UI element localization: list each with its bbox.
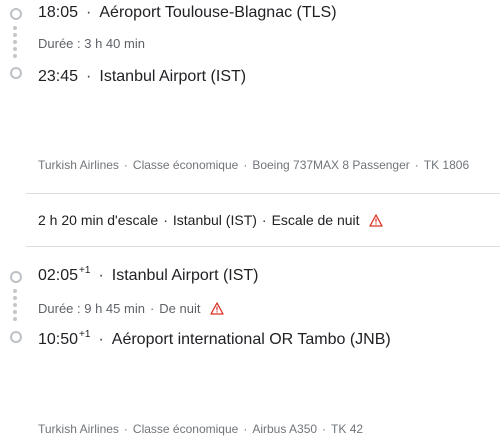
layover-note: Escale de nuit: [271, 212, 360, 228]
arrival-airport: Aéroport international OR Tambo (JNB): [111, 331, 391, 348]
separator-dot: ·: [98, 267, 104, 284]
flight-details: Turkish Airlines · Classe économique · Boein…: [38, 158, 470, 172]
airline-name: Turkish Airlines: [38, 158, 119, 172]
timeline-dot: [13, 33, 17, 37]
arrival-airport: Istanbul Airport (IST): [99, 68, 247, 85]
timeline-dot: [13, 26, 17, 30]
departure-stop: 18:05 · Aéroport Toulouse-Blagnac (TLS): [38, 3, 337, 23]
duration-text: Durée : 9 h 45 min: [38, 301, 145, 316]
separator-dot: ·: [86, 68, 92, 85]
timeline-dot: [13, 47, 17, 51]
cabin-class: Classe économique: [132, 422, 239, 436]
duration-text: Durée : 3 h 40 min: [38, 36, 145, 51]
arrival-stop: 23:45 · Istanbul Airport (IST): [38, 67, 246, 87]
separator-dot: ·: [98, 331, 104, 348]
timeline-dot: [13, 54, 17, 58]
flight-details: Turkish Airlines · Classe économique · Airbu…: [38, 422, 364, 436]
departure-airport: Istanbul Airport (IST): [111, 267, 259, 284]
aircraft-type: Airbus A350: [252, 422, 318, 436]
arrival-time: 10:50: [38, 331, 79, 348]
airline-name: Turkish Airlines: [38, 422, 119, 436]
divider: [26, 246, 500, 247]
departure-circle-icon: [10, 8, 22, 20]
layover-place: Istanbul (IST): [172, 212, 257, 228]
flight-number: TK 1806: [423, 158, 470, 172]
timeline-dot: [13, 296, 17, 300]
day-offset: +1: [79, 264, 91, 276]
timeline-dot: [13, 310, 17, 314]
flight-duration: Durée : 3 h 40 min: [38, 36, 145, 52]
flight-duration: Durée : 9 h 45 min · De nuit: [38, 301, 224, 317]
departure-time: 02:05: [38, 267, 79, 284]
flight-number: TK 42: [331, 422, 364, 436]
aircraft-type: Boeing 737MAX 8 Passenger: [252, 158, 410, 172]
departure-time: 18:05: [38, 4, 79, 21]
cabin-class: Classe économique: [132, 158, 239, 172]
departure-stop: 02:05+1 · Istanbul Airport (IST): [38, 264, 259, 286]
timeline-dot: [13, 317, 17, 321]
departure-circle-icon: [10, 271, 22, 283]
warning-triangle-icon: [369, 214, 384, 227]
day-offset: +1: [79, 328, 91, 340]
layover-info: 2 h 20 min d'escale · Istanbul (IST) · Escal…: [38, 211, 384, 229]
arrival-circle-icon: [10, 331, 22, 343]
overnight-label: De nuit: [159, 301, 201, 316]
timeline-dot: [13, 303, 17, 307]
arrival-circle-icon: [10, 67, 22, 79]
timeline-dot: [13, 40, 17, 44]
arrival-stop: 10:50+1 · Aéroport international OR Tambo …: [38, 328, 391, 350]
arrival-time: 23:45: [38, 68, 79, 85]
timeline-dot: [13, 289, 17, 293]
layover-duration: 2 h 20 min d'escale: [38, 212, 159, 228]
warning-triangle-icon: [210, 302, 224, 315]
divider: [26, 193, 500, 194]
separator-dot: ·: [86, 4, 92, 21]
departure-airport: Aéroport Toulouse-Blagnac (TLS): [99, 4, 337, 21]
